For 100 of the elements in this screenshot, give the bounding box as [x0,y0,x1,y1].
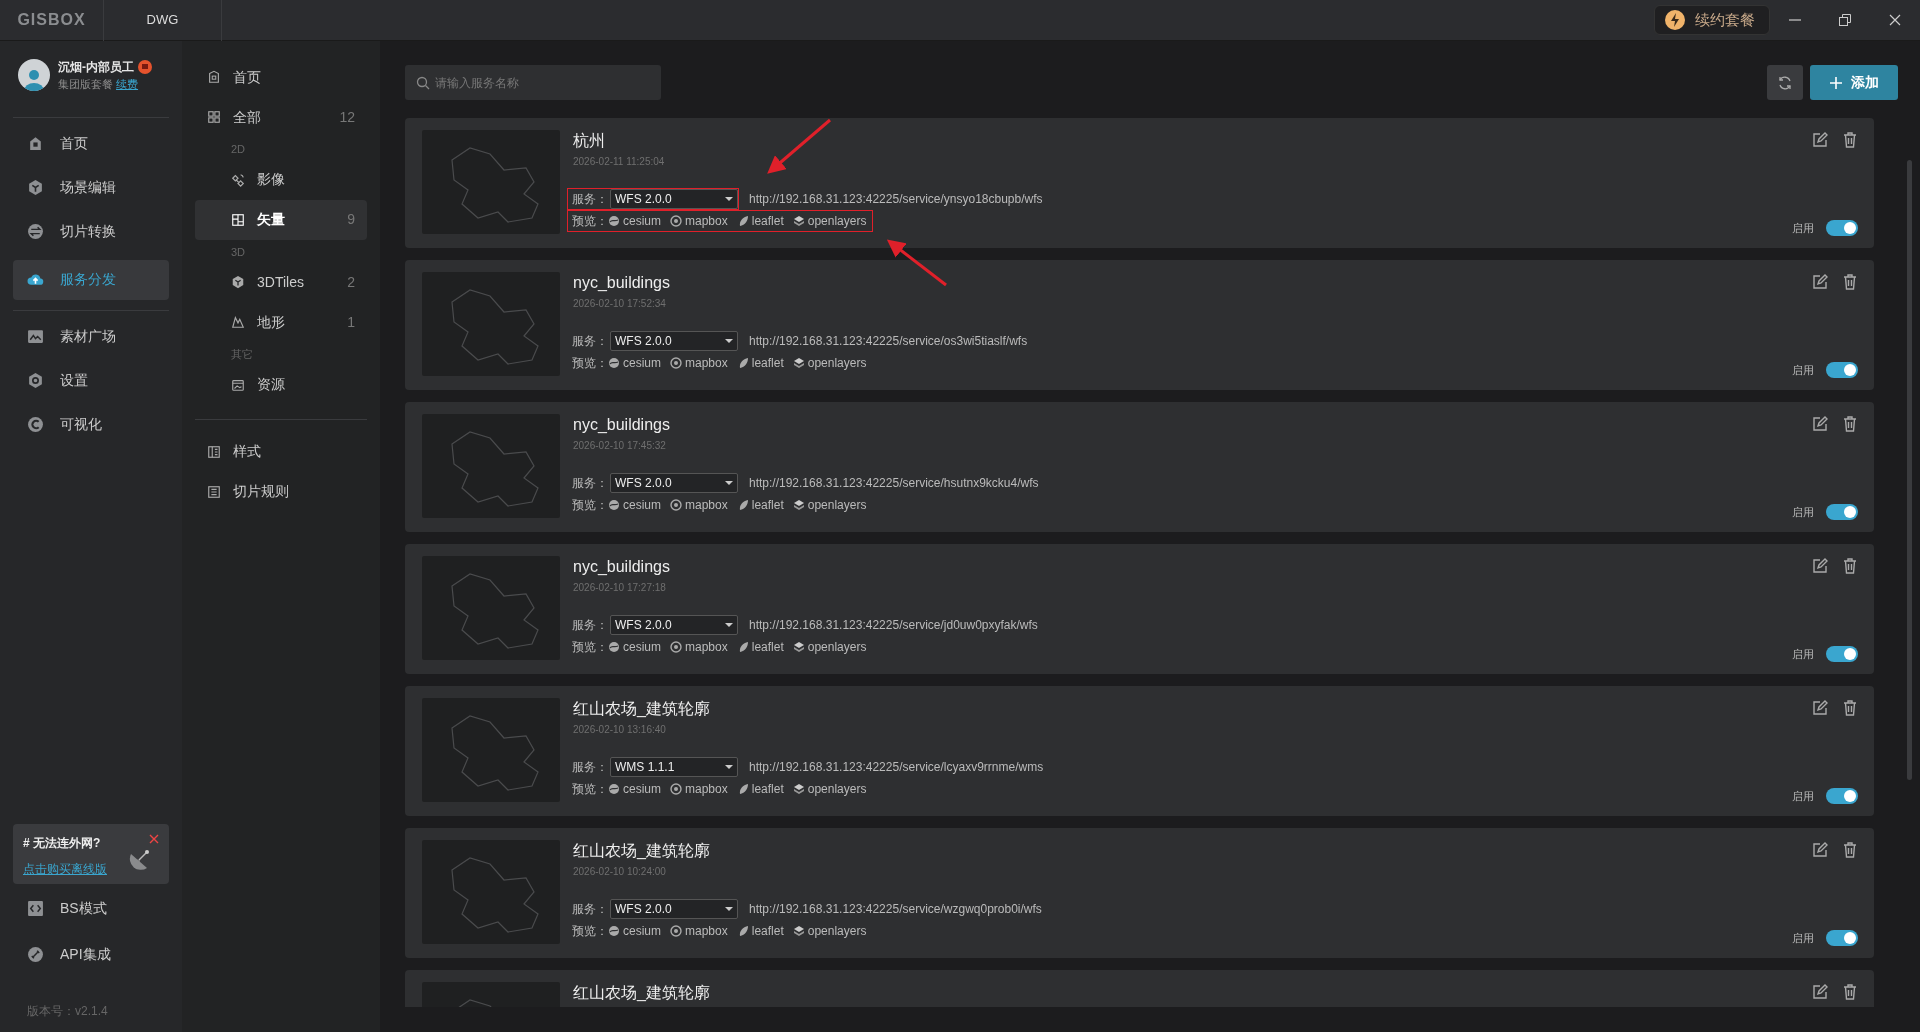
lightning-icon [1665,10,1685,30]
add-button[interactable]: 添加 [1810,65,1898,100]
trash-icon[interactable] [1842,416,1858,432]
trash-icon[interactable] [1842,700,1858,716]
nav-item[interactable]: 场景编辑 [13,167,169,208]
layers-icon [792,499,805,511]
enable-toggle[interactable] [1826,503,1858,520]
refresh-button[interactable] [1767,65,1803,100]
service-date: 2026-02-10 17:52:34 [573,297,667,311]
service-version-select[interactable]: WFS 2.0.0 [610,473,738,493]
preview-link[interactable]: cesium [608,354,661,372]
preview-link[interactable]: openlayers [792,922,867,940]
preview-link[interactable]: cesium [608,922,661,940]
edit-icon[interactable] [1812,274,1828,290]
service-url-link[interactable]: http://192.168.31.123:42225/service/jd0uw0pxyfak/wfs [749,616,1038,634]
service-title: nyc_buildings [573,273,671,293]
preview-link[interactable]: mapbox [670,922,728,940]
search-field[interactable]: 请输入服务名称 [405,65,661,100]
nav-item[interactable]: BS模式 [13,888,169,928]
annotation-arrow [886,239,947,287]
caret-icon [725,339,733,343]
service-version-select[interactable]: WFS 2.0.0 [610,899,738,919]
nav-item[interactable]: 切片转换 [13,211,169,252]
enable-toggle[interactable] [1826,219,1858,236]
nav-item[interactable]: 设置 [13,360,169,401]
caret-icon [725,907,733,911]
preview-link[interactable]: leaflet [736,496,784,514]
category-item[interactable]: 全部 12 [195,97,367,137]
category-item[interactable]: 矢量 9 [195,199,367,240]
enable-toggle[interactable] [1826,361,1858,378]
preview-link[interactable]: cesium [608,212,661,230]
service-version-select[interactable]: WMS 1.1.1 [610,757,738,777]
plus-icon [1829,75,1843,90]
renew-link[interactable]: 续费 [116,78,139,90]
plan-name: 集团版套餐 [58,78,113,90]
enable-toggle[interactable] [1826,929,1858,946]
preview-link[interactable]: cesium [608,638,661,656]
preview-link[interactable]: openlayers [792,496,867,514]
globe-icon [608,641,620,653]
category-item[interactable]: 资源 [195,364,367,405]
grid-icon [207,110,221,124]
service-version-select[interactable]: WFS 2.0.0 [610,615,738,635]
file-tab[interactable]: DWG [103,0,222,41]
nav-item[interactable]: 首页 [13,123,169,164]
trash-icon[interactable] [1842,132,1858,148]
preview-link[interactable]: mapbox [670,212,728,230]
service-url-link[interactable]: http://192.168.31.123:42225/service/lcyaxv9rrnme/wms [749,758,1044,776]
service-url-link[interactable]: http://192.168.31.123:42225/service/wzgwq0prob0i/wfs [749,900,1042,918]
nav-item[interactable]: API集成 [13,934,169,974]
enable-toggle[interactable] [1826,645,1858,662]
edit-icon[interactable] [1812,558,1828,574]
nav-item[interactable]: 可视化 [13,404,169,445]
service-url-link[interactable]: http://192.168.31.123:42225/service/ynsyo18cbupb/wfs [749,190,1043,208]
trash-icon[interactable] [1842,842,1858,858]
edit-icon[interactable] [1812,416,1828,432]
enable-label: 启用 [1792,788,1814,804]
edit-icon[interactable] [1812,984,1828,1000]
preview-link[interactable]: leaflet [736,780,784,798]
category-item[interactable]: 样式 [195,431,367,472]
preview-link[interactable]: leaflet [736,212,784,230]
nav-item[interactable]: 服务分发 [13,259,169,300]
trash-icon[interactable] [1842,984,1858,1000]
preview-link[interactable]: mapbox [670,496,728,514]
renew-plan-button[interactable]: 续约套餐 [1654,5,1770,35]
preview-link[interactable]: openlayers [792,780,867,798]
preview-label: 预览： [572,923,608,940]
buy-offline-link[interactable]: 点击购买离线版 [23,860,159,878]
edit-icon[interactable] [1812,700,1828,716]
preview-link[interactable]: openlayers [792,354,867,372]
preview-link[interactable]: leaflet [736,638,784,656]
trash-icon[interactable] [1842,274,1858,290]
scrollbar[interactable] [1907,160,1912,780]
service-label: 服务： [572,617,608,634]
upload-cloud-icon [27,271,44,288]
service-url-link[interactable]: http://192.168.31.123:42225/service/os3wi5tiaslf/wfs [749,332,1028,350]
preview-link[interactable]: openlayers [792,212,867,230]
trash-icon[interactable] [1842,558,1858,574]
preview-link[interactable]: mapbox [670,780,728,798]
preview-link[interactable]: mapbox [670,354,728,372]
preview-link[interactable]: openlayers [792,638,867,656]
edit-icon[interactable] [1812,842,1828,858]
list-icon [207,484,221,499]
group-header: 3D [230,244,247,260]
category-item[interactable]: 影像 [195,159,367,200]
preview-link[interactable]: leaflet [736,354,784,372]
service-version-select[interactable]: WFS 2.0.0 [610,331,738,351]
nav-item[interactable]: 素材广场 [13,316,169,357]
preview-link[interactable]: cesium [608,780,661,798]
service-url-link[interactable]: http://192.168.31.123:42225/service/hsutnx9kcku4/wfs [749,474,1039,492]
preview-link[interactable]: leaflet [736,922,784,940]
service-version-select[interactable]: WFS 2.0.0 [610,189,738,209]
edit-icon[interactable] [1812,132,1828,148]
book-icon [207,444,221,459]
category-item[interactable]: 切片规则 [195,471,367,512]
category-item[interactable]: 首页 [195,57,367,97]
preview-link[interactable]: cesium [608,496,661,514]
preview-link[interactable]: mapbox [670,638,728,656]
enable-toggle[interactable] [1826,787,1858,804]
category-item[interactable]: 地形 1 [195,302,367,342]
category-item[interactable]: 3DTiles 2 [195,262,367,302]
